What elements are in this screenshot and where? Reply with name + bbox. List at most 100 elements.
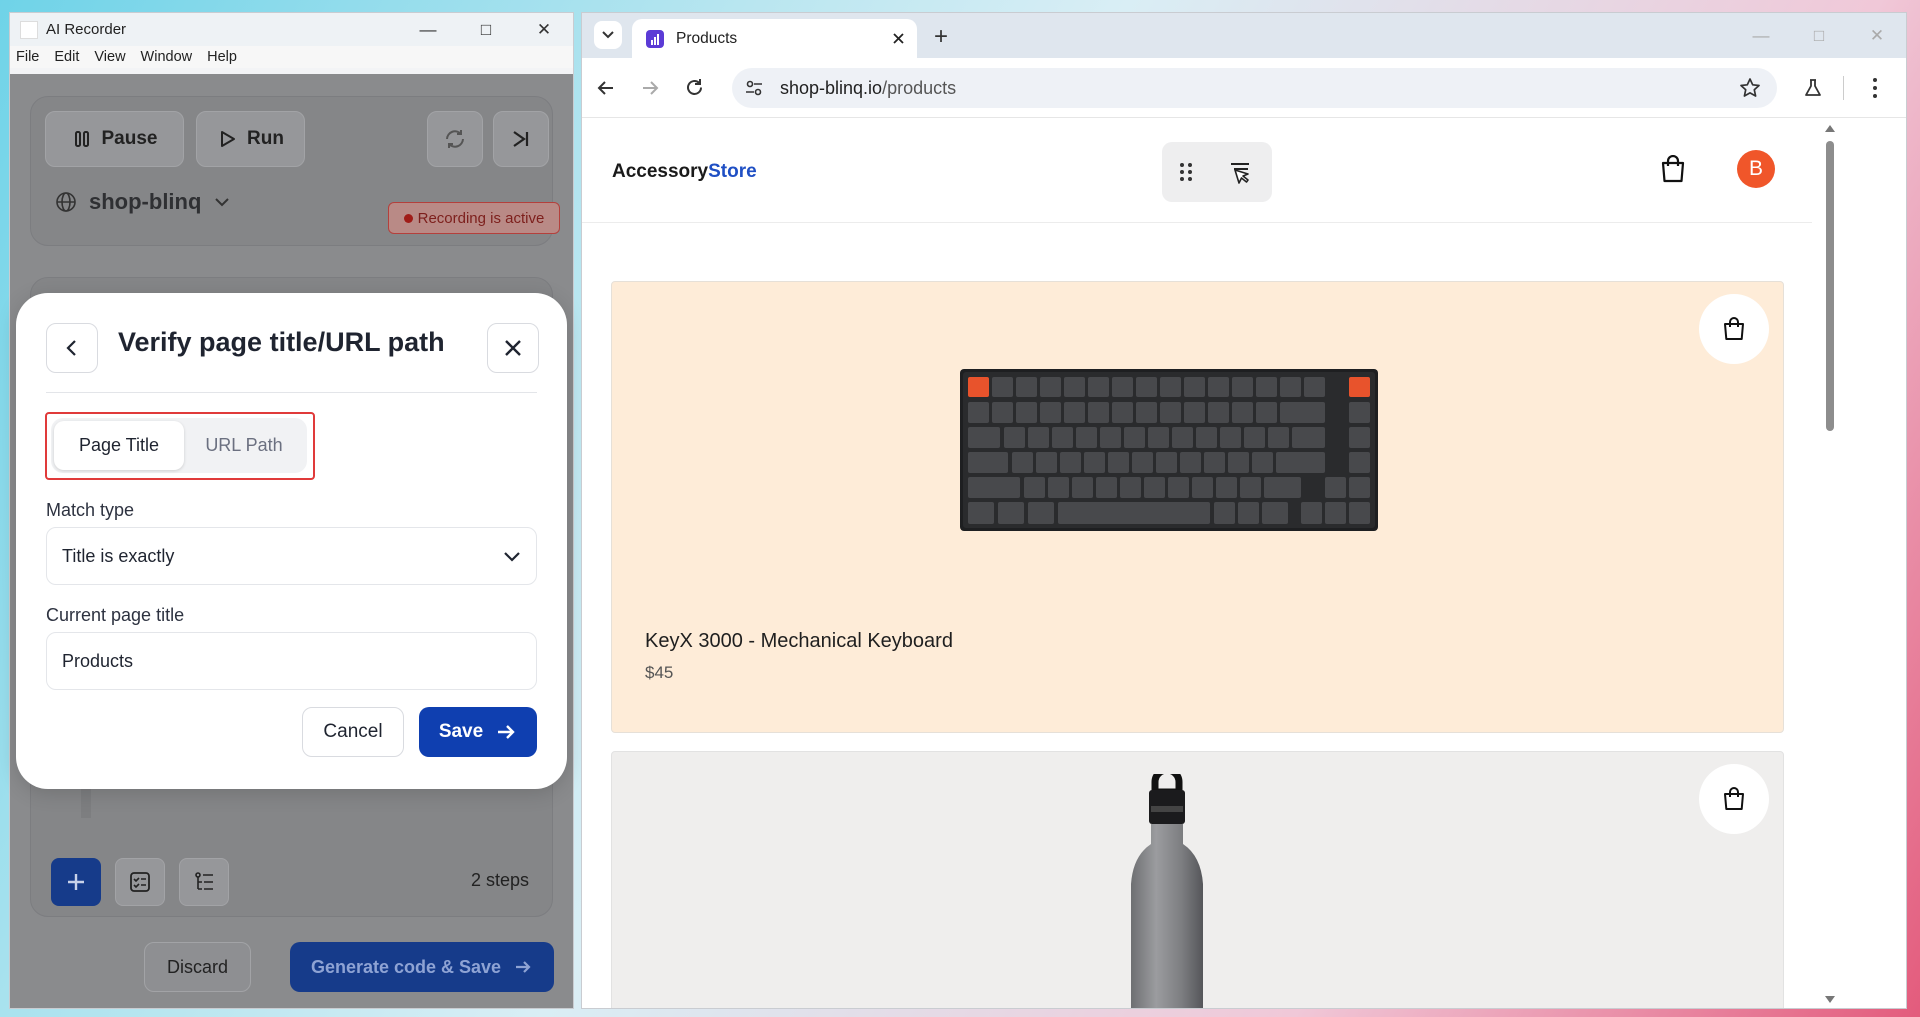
add-step-button[interactable] [51,858,101,906]
forward-icon[interactable] [640,78,660,98]
toolbar-divider [1843,76,1844,100]
site-name: shop-blinq [89,189,202,214]
scroll-up-icon[interactable] [1824,123,1836,133]
web-page: AccessoryStore B KeyX 3000 - Mechanical … [582,119,1812,1008]
current-title-field[interactable]: Products [46,632,537,690]
checklist-icon [130,872,150,892]
bottle-product-image [1131,774,1203,1008]
labs-flask-icon[interactable] [1802,77,1824,99]
store-logo[interactable]: AccessoryStore [612,161,757,183]
recorder-toolbar-pill [1162,142,1272,202]
step-list-button[interactable] [179,858,229,906]
run-button[interactable]: Run [196,111,305,167]
menu-edit[interactable]: Edit [54,49,79,65]
site-settings-icon[interactable] [744,78,764,98]
tab-search-button[interactable] [594,21,622,49]
arrow-right-icon [516,961,531,973]
menu-window[interactable]: Window [141,49,193,65]
url-path: /products [882,77,957,98]
app-icon [20,20,38,39]
discard-button[interactable]: Discard [144,942,251,992]
keyboard-product-image [960,369,1378,531]
product-card[interactable] [611,751,1784,1008]
maximize-icon[interactable]: □ [1790,13,1848,58]
recorder-title: AI Recorder [46,21,127,38]
cart-bag-icon[interactable] [1660,155,1686,183]
back-icon[interactable] [596,78,616,98]
close-icon[interactable]: ✕ [515,13,573,46]
scrollbar-thumb[interactable] [1826,141,1834,431]
shopping-bag-icon [1724,787,1744,810]
arrow-right-icon [498,725,515,739]
current-title-label: Current page title [46,605,185,625]
match-type-select[interactable]: Title is exactly [46,527,537,585]
cancel-label: Cancel [323,721,383,742]
page-scrollbar[interactable] [1812,119,1906,1008]
chevron-left-icon [66,340,76,356]
tab-strip: Products + — □ ✕ [582,13,1906,58]
menu-view[interactable]: View [94,49,125,65]
close-modal-button[interactable] [487,323,539,373]
recording-dot-icon [403,213,413,223]
recording-status-text: Recording is active [417,209,545,227]
menu-file[interactable]: File [16,49,39,65]
browser-toolbar: shop-blinq.io/products [582,58,1906,118]
add-to-cart-button[interactable] [1699,294,1769,364]
site-selector[interactable]: shop-blinq [55,189,231,215]
refresh-button[interactable] [427,111,483,167]
browser-window: Products + — □ ✕ shop-blinq.io/products … [581,12,1907,1009]
cancel-button[interactable]: Cancel [302,707,404,757]
minimize-icon[interactable]: — [399,13,457,46]
scroll-down-icon[interactable] [1824,995,1836,1005]
more-menu-icon[interactable] [1872,77,1878,99]
plus-icon [68,874,84,890]
product-name[interactable]: KeyX 3000 - Mechanical Keyboard [645,630,953,653]
product-card[interactable]: KeyX 3000 - Mechanical Keyboard $45 [611,281,1784,733]
skip-to-end-button[interactable] [493,111,549,167]
save-button[interactable]: Save [419,707,537,757]
back-button[interactable] [46,323,98,373]
globe-icon [56,192,76,212]
generate-label: Generate code & Save [310,956,502,977]
drag-handle-icon[interactable] [1179,161,1193,183]
maximize-icon[interactable]: □ [457,13,515,46]
tab-title: Products [676,29,738,47]
run-label: Run [247,128,284,149]
user-avatar[interactable]: B [1737,150,1775,188]
modal-title: Verify page title/URL path [118,327,445,357]
pause-icon [74,131,89,147]
logo-part1: Accessory [612,161,709,182]
tab-products[interactable]: Products [632,19,917,58]
product-price: $45 [645,663,674,682]
close-icon[interactable]: ✕ [1848,13,1906,58]
list-tree-icon [195,872,213,890]
shopping-bag-icon [1724,317,1744,340]
checklist-button[interactable] [115,858,165,906]
select-element-icon[interactable] [1227,158,1255,186]
match-type-value: Title is exactly [62,545,175,566]
modal-divider [46,392,537,393]
close-tab-icon[interactable] [892,32,905,45]
address-bar[interactable]: shop-blinq.io/products [732,68,1777,108]
star-icon[interactable] [1739,77,1761,99]
chevron-down-icon [504,552,520,562]
save-label: Save [438,721,484,742]
generate-code-save-button[interactable]: Generate code & Save [290,942,554,992]
pause-button[interactable]: Pause [45,111,184,167]
recording-status-badge: Recording is active [388,202,560,234]
chevron-down-icon [215,198,230,207]
skip-end-icon [513,131,529,147]
verify-title-modal: Verify page title/URL path Page Title UR… [16,293,567,789]
reload-icon[interactable] [684,77,705,98]
current-title-value: Products [62,650,134,671]
recorder-titlebar: AI Recorder — □ ✕ [10,13,573,46]
menu-help[interactable]: Help [207,49,237,65]
match-type-label: Match type [46,500,135,520]
steps-count: 2 steps [471,870,530,890]
highlight-outline [45,412,315,480]
add-to-cart-button[interactable] [1699,764,1769,834]
chevron-down-icon [602,31,614,39]
new-tab-icon[interactable]: + [934,23,948,51]
play-icon [221,131,236,147]
minimize-icon[interactable]: — [1732,13,1790,58]
